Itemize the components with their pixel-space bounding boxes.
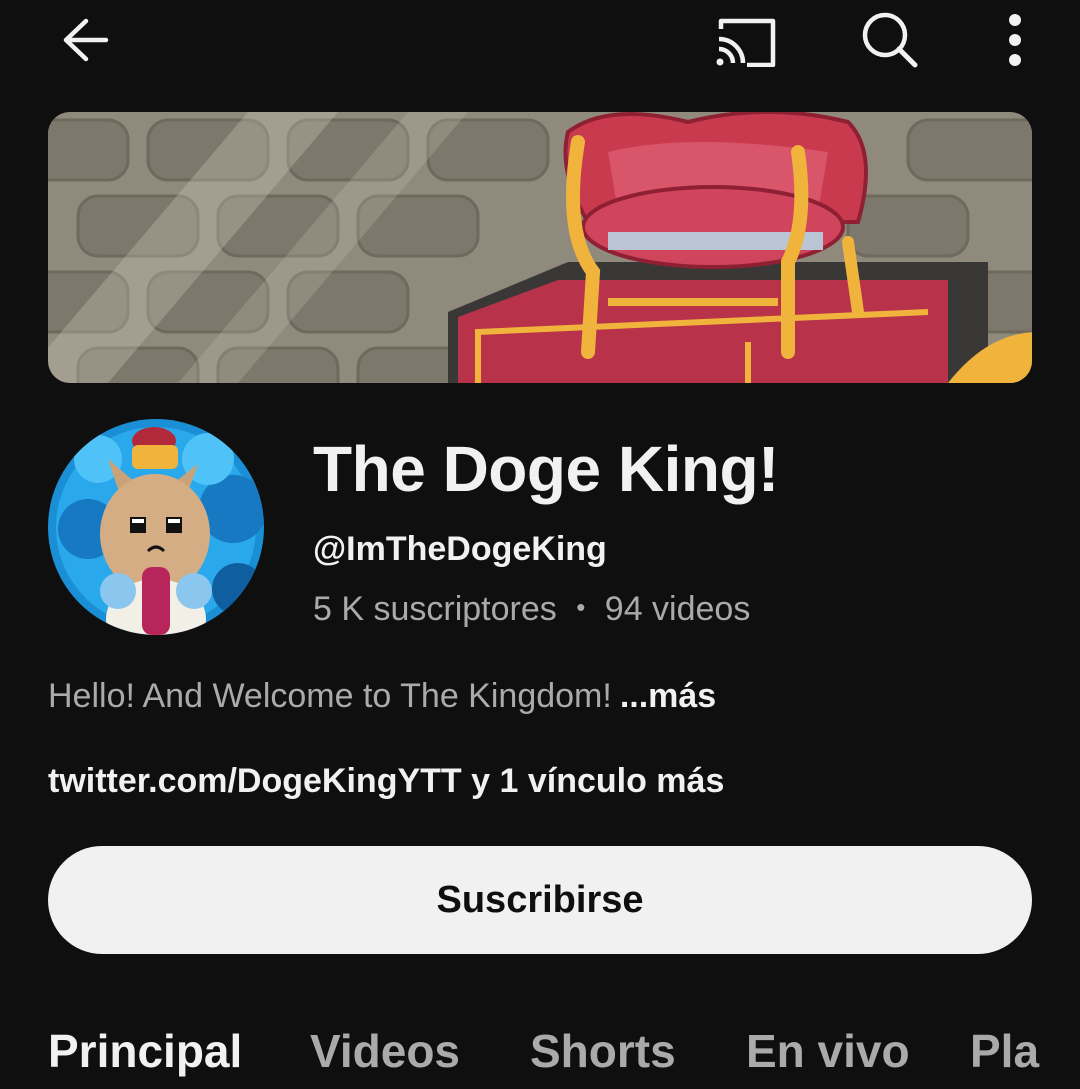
more-vertical-icon (1009, 14, 1021, 66)
search-icon (862, 12, 918, 68)
cast-icon (716, 18, 776, 67)
top-app-bar (0, 0, 1080, 90)
video-count: 94 videos (604, 590, 751, 628)
tab-playlists[interactable]: Pla (970, 1024, 1039, 1078)
channel-links[interactable]: twitter.com/DogeKingYTT y 1 vínculo más (48, 762, 724, 801)
tab-videos[interactable]: Videos (310, 1024, 460, 1078)
channel-title: The Doge King! (313, 433, 779, 505)
subscriber-count: 5 K suscriptores (313, 590, 557, 628)
cast-button[interactable] (706, 10, 782, 70)
tab-live[interactable]: En vivo (746, 1024, 910, 1078)
meta-separator: • (576, 592, 586, 622)
channel-tabs: Principal Videos Shorts En vivo Pla (0, 1018, 1080, 1089)
back-button[interactable] (44, 10, 124, 70)
channel-banner (48, 112, 1032, 383)
channel-stats: 5 K suscriptores • 94 videos (313, 590, 750, 629)
search-button[interactable] (852, 10, 928, 70)
description-text: Hello! And Welcome to The Kingdom! (48, 677, 612, 715)
description-more-link[interactable]: ...más (620, 677, 716, 715)
tab-principal[interactable]: Principal (48, 1024, 242, 1078)
channel-description[interactable]: Hello! And Welcome to The Kingdom! ...más (48, 677, 716, 716)
more-options-button[interactable] (990, 10, 1040, 70)
tab-shorts[interactable]: Shorts (530, 1024, 676, 1078)
channel-handle: @ImTheDogeKing (313, 530, 607, 568)
arrow-left-icon (63, 18, 109, 62)
channel-avatar[interactable] (48, 419, 264, 635)
subscribe-button[interactable]: Suscribirse (48, 846, 1032, 954)
